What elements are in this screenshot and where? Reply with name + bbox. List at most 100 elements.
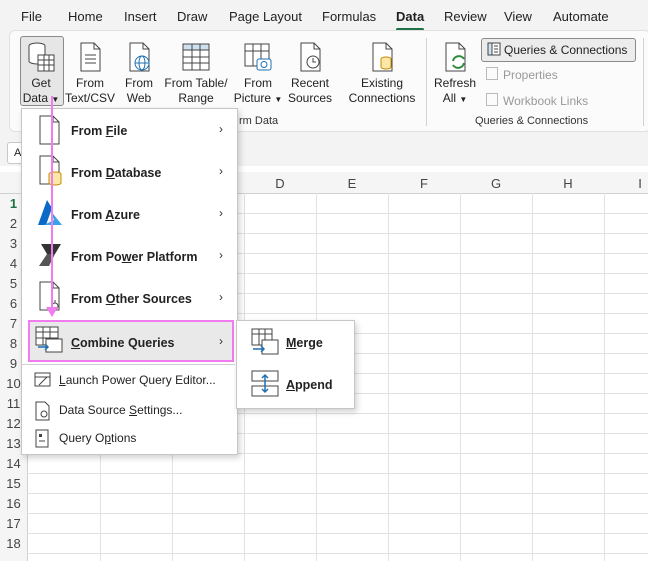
menu-item-from-azure[interactable]: From Azure › [21,194,236,234]
queries-connections-button[interactable]: Queries & Connections [481,38,636,62]
menu-separator [22,364,235,365]
workbook-links-icon [486,93,498,106]
refresh-all-button[interactable]: Refresh All ▼ [433,41,477,107]
from-table-range-label-2: Range [178,91,214,105]
recent-clock-file-icon [300,42,321,72]
power-platform-icon [39,244,61,266]
column-header-i[interactable]: I [630,176,648,191]
recent-sources-button[interactable]: Recent Sources [286,41,334,106]
power-query-editor-icon [34,372,51,387]
get-data-button[interactable]: Get Data ▼ [22,41,60,107]
tab-formulas[interactable]: Formulas [322,9,376,24]
get-data-label-2: Data ▼ [22,91,60,105]
submenu-item-append[interactable]: Append [236,364,353,404]
combine-queries-icon [35,326,63,353]
tab-home[interactable]: Home [68,9,103,24]
recent-sources-label-2: Sources [287,91,333,105]
menu-item-data-source-settings[interactable]: Data Source Settings... [21,397,236,425]
column-header-g[interactable]: G [486,176,506,191]
ribbon-tab-bar: File Home Insert Draw Page Layout Formul… [0,0,648,34]
from-web-label-2: Web [126,91,152,105]
grid-line [388,193,389,561]
settings-gear-file-icon [35,401,50,421]
file-icon [39,115,60,145]
append-icon [251,370,279,397]
row-header[interactable]: 18 [0,536,27,551]
column-header-e[interactable]: E [342,176,362,191]
annotation-arrow-line [51,96,53,310]
from-web-label-1: From [125,76,153,90]
grid-line [460,193,461,561]
chevron-right-icon: › [219,206,223,220]
tab-view[interactable]: View [504,9,532,24]
database-table-icon [28,42,55,72]
menu-item-from-database[interactable]: From Database › [21,152,236,192]
tab-automate[interactable]: Automate [553,9,609,24]
from-picture-label-1: From [244,76,272,90]
from-web-button[interactable]: From Web [120,41,158,106]
query-options-icon [35,429,49,448]
tab-data[interactable]: Data [396,9,424,24]
existing-connections-label-2: Connections [348,91,416,105]
row-header[interactable]: 16 [0,496,27,511]
submenu-item-merge[interactable]: Merge [236,322,353,362]
from-picture-button[interactable]: From Picture ▼ [232,41,284,107]
from-table-range-button[interactable]: From Table/ Range [162,41,230,106]
table-icon [182,43,210,71]
from-text-csv-label-2: Text/CSV [65,91,116,105]
chevron-right-icon: › [219,334,223,348]
merge-icon [251,328,279,355]
web-globe-icon [129,42,150,72]
tab-file[interactable]: File [21,9,42,24]
tab-review[interactable]: Review [444,9,487,24]
properties-icon [486,67,498,80]
menu-item-query-options[interactable]: Query Options [21,425,236,453]
grid-line [27,513,648,514]
row-header[interactable]: 15 [0,476,27,491]
from-text-csv-button[interactable]: From Text/CSV [65,41,115,106]
menu-item-from-power-platform[interactable]: From Power Platform › [21,236,236,276]
row-header[interactable]: 17 [0,516,27,531]
group-separator [426,38,427,126]
tab-insert[interactable]: Insert [124,9,157,24]
grid-line [27,533,648,534]
chevron-down-icon: ▼ [274,95,283,104]
menu-item-launch-power-query-editor[interactable]: Launch Power Query Editor... [21,367,236,395]
chevron-down-icon: ▼ [459,95,468,104]
refresh-icon [445,42,466,72]
from-text-csv-label-1: From [76,76,104,90]
queries-connections-label: Queries & Connections [504,43,628,57]
grid-line [532,193,533,561]
group-separator [643,38,644,126]
group-label-queries-connections: Queries & Connections [475,115,589,127]
from-table-range-label-1: From Table/ [164,76,228,90]
column-header-h[interactable]: H [558,176,578,191]
azure-icon [38,200,62,225]
get-data-label-1: Get [31,76,51,90]
queries-pane-icon [487,42,501,56]
column-header-d[interactable]: D [270,176,290,191]
existing-connections-label-1: Existing [360,76,404,90]
existing-connections-button[interactable]: Existing Connections [345,41,419,106]
grid-line [27,473,648,474]
recent-sources-label-1: Recent [290,76,330,90]
workbook-links-button[interactable]: Workbook Links [486,93,588,108]
tab-draw[interactable]: Draw [177,9,207,24]
chevron-right-icon: › [219,122,223,136]
column-header-f[interactable]: F [414,176,434,191]
annotation-arrow-head [46,307,58,317]
properties-button[interactable]: Properties [486,67,558,82]
text-file-icon [80,42,101,72]
refresh-all-label-2: All ▼ [442,91,468,105]
grid-line [604,193,605,561]
chevron-right-icon: › [219,290,223,304]
chevron-right-icon: › [219,248,223,262]
menu-item-combine-queries[interactable]: Combine Queries › [21,321,236,361]
existing-connections-icon [372,42,393,72]
from-picture-label-2: Picture ▼ [233,91,283,105]
picture-camera-icon [244,43,272,71]
tab-page-layout[interactable]: Page Layout [229,9,302,24]
menu-item-from-file[interactable]: From File › [21,110,236,150]
row-header[interactable]: 14 [0,456,27,471]
refresh-all-label-1: Refresh [433,76,477,90]
